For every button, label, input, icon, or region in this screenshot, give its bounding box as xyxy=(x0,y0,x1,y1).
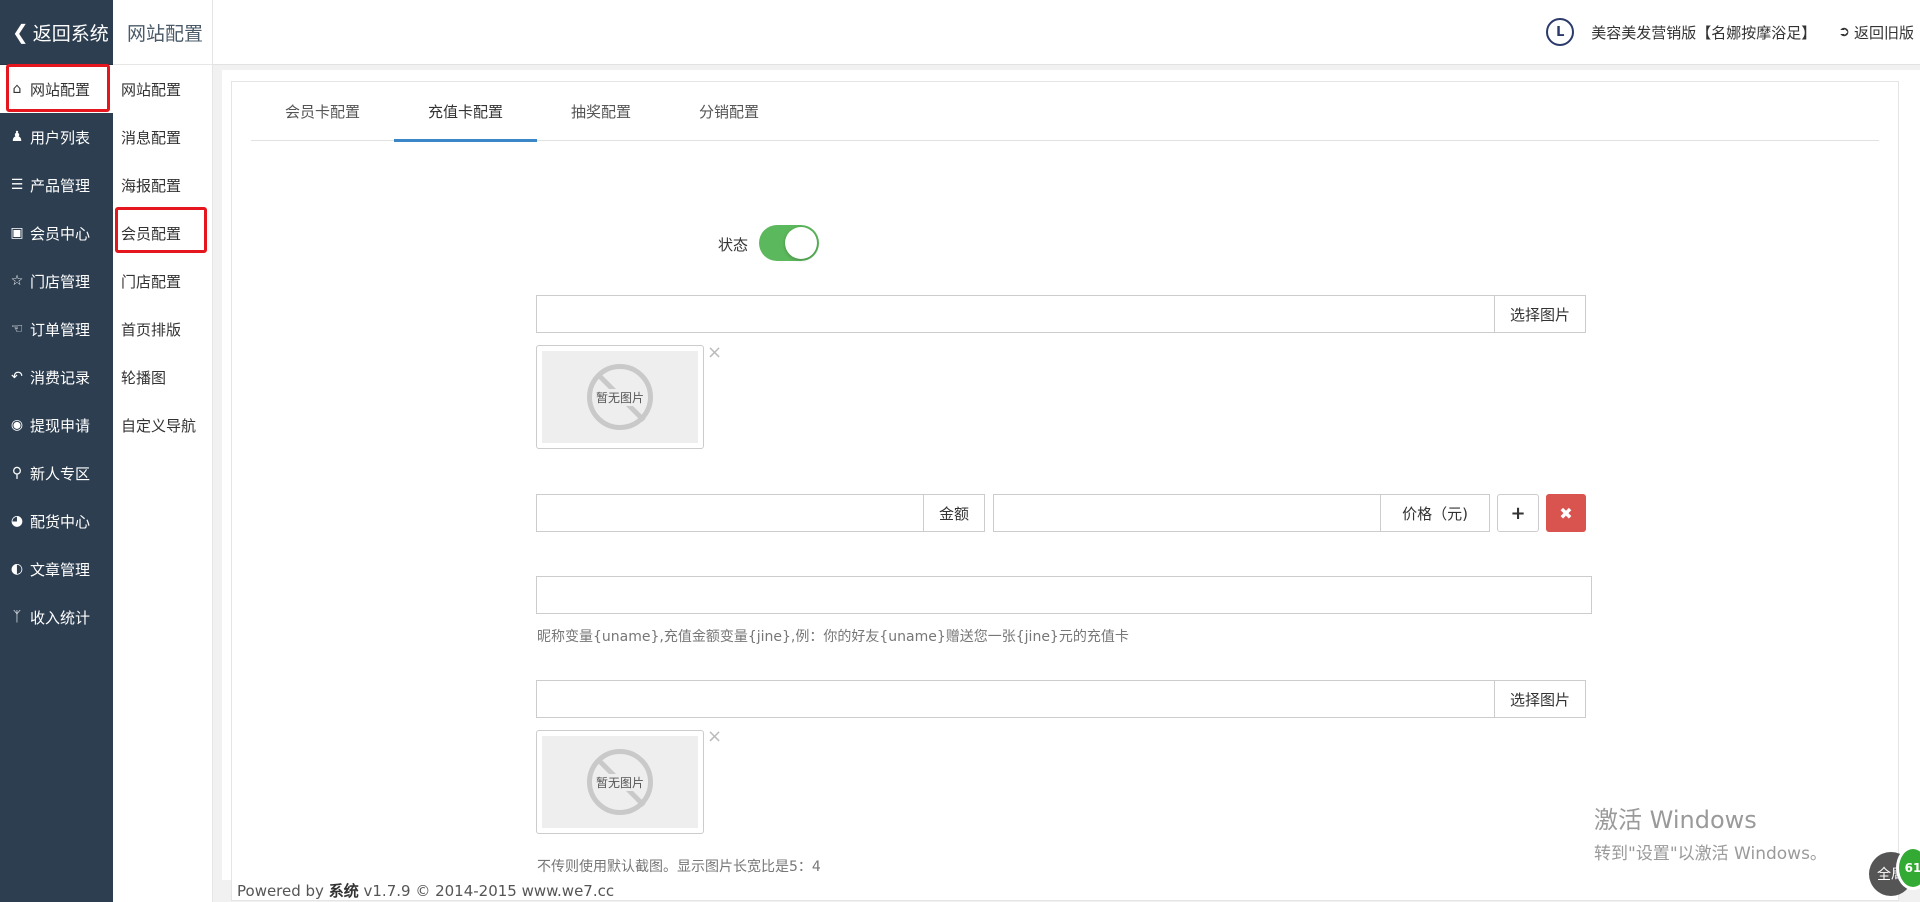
back-to-system-button[interactable]: ❮ 返回系统 xyxy=(0,0,113,65)
wechat-icon: ◉ xyxy=(10,417,24,433)
sidebar-item-label: 用户列表 xyxy=(30,128,91,147)
remove-bg-image-icon[interactable]: × xyxy=(707,342,722,363)
share-title-help: 昵称变量{uname},充值金额变量{jine},例：你的好友{uname}赠送… xyxy=(537,629,1129,645)
star-icon: ☆ xyxy=(10,273,24,289)
tab-lottery[interactable]: 抽奖配置 xyxy=(537,82,665,141)
server-icon: ☰ xyxy=(10,177,24,193)
sidebar-item-income[interactable]: ᛉ 收入统计 xyxy=(0,593,113,641)
store-name[interactable]: 美容美发营销版【名娜按摩浴足】 xyxy=(1591,22,1816,43)
home-icon: ⌂ xyxy=(12,81,22,97)
share-title-input[interactable] xyxy=(536,576,1592,614)
bg-select-image-button[interactable]: 选择图片 xyxy=(1494,295,1586,333)
no-image-text: 暂无图片 xyxy=(594,773,645,791)
share-select-image-button[interactable]: 选择图片 xyxy=(1494,680,1586,718)
sidebar-item-label: 订单管理 xyxy=(30,320,91,339)
sidebar-item-label: 提现申请 xyxy=(30,416,91,435)
no-image-text: 暂无图片 xyxy=(594,388,645,406)
tab-bar: 会员卡配置 充值卡配置 抽奖配置 分销配置 xyxy=(251,82,1879,142)
clock-icon: L xyxy=(1546,18,1575,46)
preview-placeholder: 暂无图片 xyxy=(542,351,698,443)
share-image-preview: 暂无图片 xyxy=(536,730,704,834)
footer-brand: 系统 xyxy=(328,882,359,900)
sidebar-item-label: 门店管理 xyxy=(30,272,91,291)
top-header: L 美容美发营销版【名娜按摩浴足】 ➲ 返回旧版 xyxy=(213,0,1920,65)
footer-suffix: v1.7.9 © 2014-2015 www.we7.cc xyxy=(358,882,615,900)
sidebar-item-site-config[interactable]: ⌂ 网站配置 xyxy=(0,65,113,113)
sidebar-item-label: 网站配置 xyxy=(30,80,91,99)
share-image-help: 不传则使用默认截图。显示图片长宽比是5：4 xyxy=(537,859,821,875)
chevron-left-icon: ❮ xyxy=(12,20,29,44)
sub-item-custom-nav[interactable]: 自定义导航 xyxy=(113,401,212,449)
code-fork-icon: ᛉ xyxy=(12,609,22,625)
sidebar-item-products[interactable]: ☰ 产品管理 xyxy=(0,161,113,209)
toggle-knob xyxy=(785,227,817,259)
cart-icon: ▣ xyxy=(10,225,24,241)
footer-prefix: Powered by xyxy=(237,882,329,900)
main-sidebar: ❮ 返回系统 ⌂ 网站配置 ♟ 用户列表 ☰ 产品管理 ▣ 会员中心 ☆ 门店管… xyxy=(0,0,113,902)
watermark-line2: 转到"设置"以激活 Windows。 xyxy=(1594,844,1827,864)
sidebar-item-newcomer[interactable]: ⚲ 新人专区 xyxy=(0,449,113,497)
sidebar-item-label: 配货中心 xyxy=(30,512,91,531)
sub-item-home-layout[interactable]: 首页排版 xyxy=(113,305,212,353)
sub-item-site-config[interactable]: 网站配置 xyxy=(113,65,212,113)
no-image-icon: 暂无图片 xyxy=(587,364,653,430)
bg-image-preview: 暂无图片 xyxy=(536,345,704,449)
sub-item-store-config[interactable]: 门店配置 xyxy=(113,257,212,305)
sub-item-message-config[interactable]: 消息配置 xyxy=(113,113,212,161)
sub-sidebar: 网站配置 网站配置 消息配置 海报配置 会员配置 门店配置 首页排版 轮播图 自… xyxy=(113,0,213,902)
windows-activation-watermark: 激活 Windows 转到"设置"以激活 Windows。 xyxy=(1594,800,1827,864)
tab-distribution[interactable]: 分销配置 xyxy=(665,82,793,141)
reply-icon: ↶ xyxy=(11,369,23,385)
sidebar-item-consumption[interactable]: ↶ 消费记录 xyxy=(0,353,113,401)
sub-item-poster-config[interactable]: 海报配置 xyxy=(113,161,212,209)
adjust-icon: ◐ xyxy=(10,561,24,577)
bg-image-input[interactable] xyxy=(536,295,1495,333)
old-version-label: 返回旧版 xyxy=(1853,23,1914,42)
sidebar-item-articles[interactable]: ◐ 文章管理 xyxy=(0,545,113,593)
pie-chart-icon: ◕ xyxy=(10,513,24,529)
map-marker-icon: ⚲ xyxy=(11,465,23,481)
add-card-button[interactable]: + xyxy=(1497,494,1539,532)
sub-item-carousel[interactable]: 轮播图 xyxy=(113,353,212,401)
sidebar-item-member-center[interactable]: ▣ 会员中心 xyxy=(0,209,113,257)
watermark-line1: 激活 Windows xyxy=(1594,806,1757,834)
preview-placeholder: 暂无图片 xyxy=(542,736,698,828)
status-toggle[interactable] xyxy=(759,225,819,261)
price-addon: 价格（元) xyxy=(1380,494,1490,532)
no-image-icon: 暂无图片 xyxy=(587,749,653,815)
sidebar-item-withdraw[interactable]: ◉ 提现申请 xyxy=(0,401,113,449)
config-panel: 会员卡配置 充值卡配置 抽奖配置 分销配置 xyxy=(231,81,1899,901)
footer: Powered by 系统 v1.7.9 © 2014-2015 www.we7… xyxy=(237,880,614,901)
sidebar-item-label: 文章管理 xyxy=(30,560,91,579)
old-version-link[interactable]: ➲ 返回旧版 xyxy=(1838,22,1914,43)
amount-addon: 金额 xyxy=(923,494,985,532)
tab-recharge-card[interactable]: 充值卡配置 xyxy=(394,82,538,142)
sidebar-item-stores[interactable]: ☆ 门店管理 xyxy=(0,257,113,305)
sidebar-item-label: 消费记录 xyxy=(30,368,91,387)
sub-item-member-config[interactable]: 会员配置 xyxy=(113,209,212,257)
back-label: 返回系统 xyxy=(32,22,109,45)
sidebar-item-user-list[interactable]: ♟ 用户列表 xyxy=(0,113,113,161)
card-price-input[interactable] xyxy=(993,494,1381,532)
card-amount-input[interactable] xyxy=(536,494,924,532)
sub-sidebar-title: 网站配置 xyxy=(113,0,212,65)
sidebar-item-distribution[interactable]: ◕ 配货中心 xyxy=(0,497,113,545)
sidebar-item-label: 会员中心 xyxy=(30,224,91,243)
sidebar-item-orders[interactable]: ☜ 订单管理 xyxy=(0,305,113,353)
sidebar-item-label: 收入统计 xyxy=(30,608,91,627)
sign-out-icon: ➲ xyxy=(1838,24,1850,40)
thumbs-up-icon: ☜ xyxy=(10,321,24,337)
main-content: 会员卡配置 充值卡配置 抽奖配置 分销配置 状态 背景图片（320*200) 选… xyxy=(222,70,1920,901)
sidebar-item-label: 产品管理 xyxy=(30,176,91,195)
sidebar-item-label: 新人专区 xyxy=(30,464,91,483)
share-image-input[interactable] xyxy=(536,680,1495,718)
status-label: 状态 xyxy=(717,236,748,254)
user-icon: ♟ xyxy=(10,129,24,145)
tab-member-card[interactable]: 会员卡配置 xyxy=(251,82,394,141)
delete-card-button[interactable]: ✖ xyxy=(1546,494,1586,532)
remove-share-image-icon[interactable]: × xyxy=(707,726,722,747)
